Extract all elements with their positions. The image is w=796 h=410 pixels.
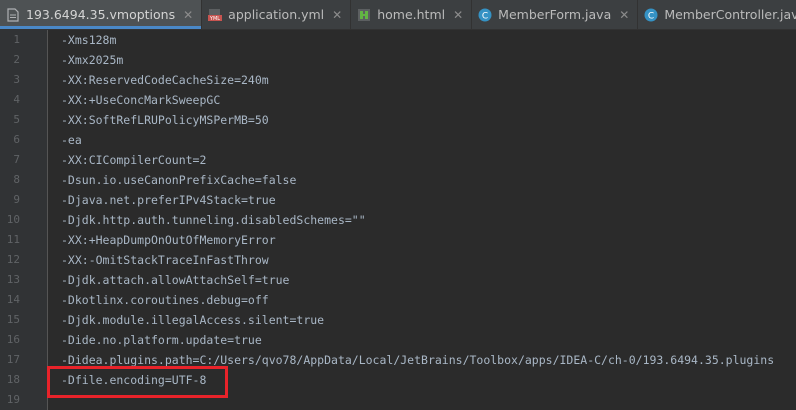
line-text[interactable]: -XX:-OmitStackTraceInFastThrow [61, 250, 269, 270]
tab-application-yml[interactable]: YML application.yml ✕ [202, 0, 352, 29]
code-line: 1 -Xms128m [0, 30, 796, 50]
code-line: 6 -ea [0, 130, 796, 150]
line-number: 3 [13, 73, 20, 86]
java-class-icon: C [644, 8, 658, 22]
line-number: 6 [13, 133, 20, 146]
tab-vmoptions[interactable]: 193.6494.35.vmoptions ✕ [0, 0, 203, 29]
html-file-icon [357, 8, 371, 22]
code-line: 10 -Djdk.http.auth.tunneling.disabledSch… [0, 210, 796, 230]
line-text[interactable]: -Djdk.http.auth.tunneling.disabledScheme… [61, 210, 366, 230]
close-icon[interactable]: ✕ [619, 8, 629, 22]
code-line: 7 -XX:CICompilerCount=2 [0, 150, 796, 170]
line-text[interactable]: -XX:+HeapDumpOnOutOfMemoryError [61, 230, 276, 250]
svg-text:YML: YML [209, 16, 220, 22]
line-text[interactable]: -Xmx2025m [61, 50, 123, 70]
code-line: 4 -XX:+UseConcMarkSweepGC [0, 90, 796, 110]
line-number: 9 [13, 193, 20, 206]
line-number: 17 [6, 353, 20, 366]
line-number: 18 [6, 373, 20, 386]
line-text[interactable]: -XX:CICompilerCount=2 [61, 150, 206, 170]
line-number: 10 [6, 213, 20, 226]
line-text[interactable]: -Dkotlinx.coroutines.debug=off [61, 290, 269, 310]
tab-memberform-java[interactable]: C MemberForm.java ✕ [472, 0, 639, 29]
line-number: 16 [6, 333, 20, 346]
line-number: 7 [13, 153, 20, 166]
line-text[interactable]: -XX:+UseConcMarkSweepGC [61, 90, 220, 110]
close-icon[interactable]: ✕ [332, 8, 342, 22]
code-line: 8 -Dsun.io.useCanonPrefixCache=false [0, 170, 796, 190]
code-line: 13 -Djdk.attach.allowAttachSelf=true [0, 270, 796, 290]
code-line: 9 -Djava.net.preferIPv4Stack=true [0, 190, 796, 210]
svg-text:C: C [482, 11, 488, 21]
code-line: 16 -Dide.no.platform.update=true [0, 330, 796, 350]
line-number: 2 [13, 53, 20, 66]
tab-home-html[interactable]: home.html ✕ [351, 0, 473, 29]
yml-file-icon: YML [208, 8, 223, 22]
file-settings-icon [6, 7, 20, 22]
code-line: 3 -XX:ReservedCodeCacheSize=240m [0, 70, 796, 90]
line-text[interactable]: -Xms128m [61, 30, 116, 50]
editor-tab-bar: 193.6494.35.vmoptions ✕ YML application.… [0, 0, 796, 30]
tab-label: application.yml [228, 7, 325, 22]
line-text[interactable]: -Dsun.io.useCanonPrefixCache=false [61, 170, 296, 190]
code-line: 12 -XX:-OmitStackTraceInFastThrow [0, 250, 796, 270]
line-text[interactable]: -Djdk.attach.allowAttachSelf=true [61, 270, 289, 290]
close-icon[interactable]: ✕ [183, 8, 193, 22]
tab-label: MemberController.java [664, 7, 796, 22]
line-text[interactable]: -ea [61, 130, 82, 150]
line-number: 5 [13, 113, 20, 126]
line-text[interactable]: -XX:ReservedCodeCacheSize=240m [61, 70, 269, 90]
line-text[interactable]: -Dide.no.platform.update=true [61, 330, 262, 350]
line-number: 4 [13, 93, 20, 106]
line-number: 19 [6, 393, 20, 406]
line-number: 1 [13, 33, 20, 46]
line-number: 13 [6, 273, 20, 286]
close-icon[interactable]: ✕ [453, 8, 463, 22]
tab-label: MemberForm.java [498, 7, 612, 22]
line-text[interactable]: -Djava.net.preferIPv4Stack=true [61, 190, 276, 210]
line-number: 15 [6, 313, 20, 326]
line-number: 12 [6, 253, 20, 266]
code-line: 5 -XX:SoftRefLRUPolicyMSPerMB=50 [0, 110, 796, 130]
code-line: 11 -XX:+HeapDumpOnOutOfMemoryError [0, 230, 796, 250]
line-number: 14 [6, 293, 20, 306]
svg-text:C: C [648, 11, 654, 21]
code-line: 2 -Xmx2025m [0, 50, 796, 70]
line-number: 8 [13, 173, 20, 186]
tab-membercontroller-java[interactable]: C MemberController.java ✕ [638, 0, 796, 29]
code-line: 15 -Djdk.module.illegalAccess.silent=tru… [0, 310, 796, 330]
line-text[interactable]: -Djdk.module.illegalAccess.silent=true [61, 310, 324, 330]
code-editor[interactable]: 1 -Xms128m 2 -Xmx2025m 3 -XX:ReservedCod… [0, 30, 796, 410]
java-class-icon: C [478, 8, 492, 22]
line-number: 11 [6, 233, 20, 246]
highlight-annotation-box [47, 366, 228, 398]
tab-label: 193.6494.35.vmoptions [26, 7, 176, 22]
line-text[interactable]: -XX:SoftRefLRUPolicyMSPerMB=50 [61, 110, 269, 130]
tab-label: home.html [377, 7, 446, 22]
code-line: 14 -Dkotlinx.coroutines.debug=off [0, 290, 796, 310]
